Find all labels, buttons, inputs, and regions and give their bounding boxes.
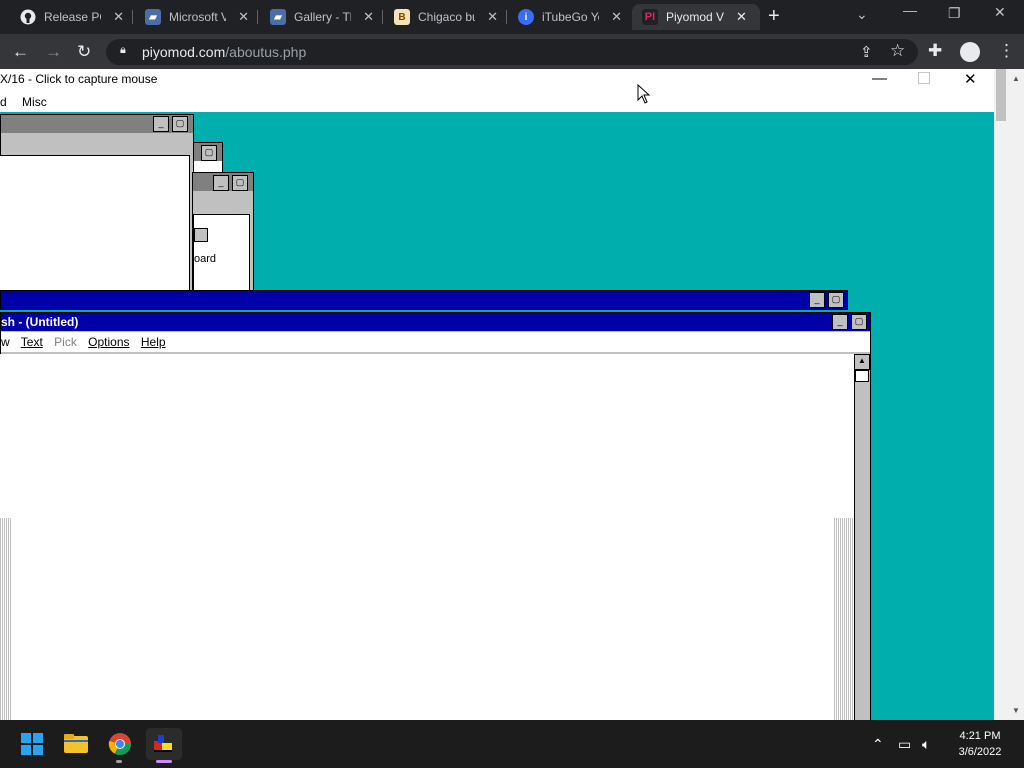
- clock-date: 3/6/2022: [958, 746, 1002, 758]
- tab-separator: [382, 10, 383, 24]
- tab-title: Piyomod V: [666, 10, 724, 24]
- menu-options[interactable]: Options: [88, 335, 129, 349]
- url-text[interactable]: piyomod.com/aboutus.php: [142, 44, 306, 60]
- menu-view[interactable]: w: [1, 335, 10, 349]
- maximize-icon[interactable]: ▢: [201, 145, 217, 161]
- itubego-icon: i: [518, 9, 534, 25]
- show-hidden-icons-chevron-icon[interactable]: ⌃: [872, 736, 884, 753]
- maximize-icon[interactable]: ▢: [851, 314, 867, 330]
- forward-icon[interactable]: →: [45, 42, 62, 62]
- tab-separator: [506, 10, 507, 24]
- minimize-icon[interactable]: —: [903, 2, 917, 18]
- close-tab-icon[interactable]: ✕: [736, 9, 747, 25]
- menu-help[interactable]: Help: [141, 335, 166, 349]
- bookmark-star-icon[interactable]: ☆: [890, 41, 905, 61]
- emulator-title: X/16 - Click to capture mouse: [0, 72, 158, 86]
- tab-separator: [132, 10, 133, 24]
- tab-microsoft[interactable]: ▰ Microsoft V ✕: [145, 4, 249, 30]
- scroll-up-arrow-icon[interactable]: ▲: [1012, 74, 1020, 83]
- group-icon-label[interactable]: oard: [194, 253, 216, 265]
- close-window-icon[interactable]: ✕: [994, 4, 1006, 21]
- tab-search-icon[interactable]: ⌄: [856, 6, 868, 23]
- page-scrollbar[interactable]: [994, 69, 1024, 720]
- page-scrollbar-thumb[interactable]: [996, 69, 1006, 121]
- paint-canvas[interactable]: [0, 354, 854, 720]
- menu-kebab-icon[interactable]: ⋮: [998, 41, 1015, 61]
- menu-text[interactable]: Text: [21, 335, 43, 349]
- paintbrush-titlebar[interactable]: sh - (Untitled): [1, 313, 870, 331]
- emulator-maximize-icon[interactable]: [918, 72, 930, 84]
- tab-separator: [257, 10, 258, 24]
- windows-start-icon[interactable]: [14, 728, 50, 760]
- minimize-icon[interactable]: _: [832, 314, 848, 330]
- tab-title: Microsoft V: [169, 10, 227, 24]
- tab-piyomod[interactable]: PI Piyomod V ✕: [632, 4, 760, 30]
- maximize-icon[interactable]: ▢: [828, 292, 844, 308]
- close-tab-icon[interactable]: ✕: [238, 9, 249, 25]
- minimize-icon[interactable]: _: [213, 175, 229, 191]
- profile-avatar-icon[interactable]: [960, 42, 980, 62]
- back-icon[interactable]: ←: [12, 42, 29, 62]
- book-icon: ▰: [145, 9, 161, 25]
- emulator-close-icon[interactable]: ✕: [964, 70, 977, 88]
- scroll-down-arrow-icon[interactable]: ▼: [1012, 706, 1020, 715]
- ba-icon: B: [394, 9, 410, 25]
- github-icon: [20, 9, 36, 25]
- left-toolbox-edge: [0, 518, 12, 720]
- emulator-menubar: d Misc: [0, 95, 47, 109]
- mouse-cursor-icon: [637, 84, 651, 104]
- tab-title: iTubeGo Yo: [542, 10, 600, 24]
- clock-time: 4:21 PM: [959, 730, 1001, 742]
- keyboard-icon[interactable]: [194, 228, 208, 242]
- tab-title: Release PC: [44, 10, 101, 24]
- share-icon[interactable]: ⇪: [860, 43, 873, 61]
- menu-pick[interactable]: Pick: [54, 335, 77, 349]
- chrome-icon[interactable]: [102, 728, 138, 760]
- plus-icon[interactable]: +: [768, 6, 780, 26]
- scroll-thumb[interactable]: [855, 370, 869, 382]
- url-domain: piyomod.com: [142, 44, 226, 60]
- close-tab-icon[interactable]: ✕: [113, 9, 124, 25]
- emulator-minimize-icon[interactable]: —: [872, 70, 887, 87]
- volume-icon[interactable]: 🔈︎: [922, 736, 930, 753]
- reload-icon[interactable]: ↻: [77, 42, 91, 62]
- maximize-icon[interactable]: ▢: [172, 116, 188, 132]
- paint-vertical-scrollbar[interactable]: [854, 354, 870, 720]
- emulator-app-icon[interactable]: [146, 728, 182, 760]
- restore-icon[interactable]: ❐: [948, 5, 961, 22]
- tab-itubego[interactable]: i iTubeGo Yo ✕: [518, 4, 622, 30]
- network-icon[interactable]: ▭: [898, 736, 911, 753]
- url-path: /aboutus.php: [225, 44, 307, 60]
- right-hatch-edge: [834, 518, 854, 720]
- lock-icon[interactable]: 🔒︎: [120, 44, 126, 57]
- tab-chigaco[interactable]: B Chigaco bu ✕: [394, 4, 498, 30]
- emulator-menu-item[interactable]: d: [0, 95, 7, 109]
- scroll-up-icon[interactable]: ▲: [854, 354, 870, 370]
- tab-title: Chigaco bu: [418, 10, 476, 24]
- close-tab-icon[interactable]: ✕: [487, 9, 498, 25]
- minimize-icon[interactable]: _: [809, 292, 825, 308]
- system-clock[interactable]: 4:21 PM 3/6/2022: [940, 728, 1020, 760]
- tab-gallery[interactable]: ▰ Gallery - Th ✕: [270, 4, 374, 30]
- close-tab-icon[interactable]: ✕: [363, 9, 374, 25]
- program-group-area: [0, 155, 190, 290]
- file-explorer-icon[interactable]: [58, 728, 94, 760]
- paintbrush-title: sh - (Untitled): [1, 315, 79, 329]
- extensions-puzzle-icon[interactable]: ✚: [928, 41, 942, 61]
- active-app-indicator: [156, 760, 172, 763]
- tab-title: Gallery - Th: [294, 10, 352, 24]
- piyomod-icon: PI: [642, 9, 658, 25]
- tab-release[interactable]: Release PC ✕: [20, 4, 124, 30]
- running-indicator: [116, 760, 122, 763]
- book-icon: ▰: [270, 9, 286, 25]
- close-tab-icon[interactable]: ✕: [611, 9, 622, 25]
- minimize-icon[interactable]: _: [153, 116, 169, 132]
- win31-window-titlebar[interactable]: [0, 290, 848, 310]
- maximize-icon[interactable]: ▢: [232, 175, 248, 191]
- emulator-menu-misc[interactable]: Misc: [22, 95, 47, 109]
- paintbrush-menubar: w Text Pick Options Help: [1, 332, 870, 352]
